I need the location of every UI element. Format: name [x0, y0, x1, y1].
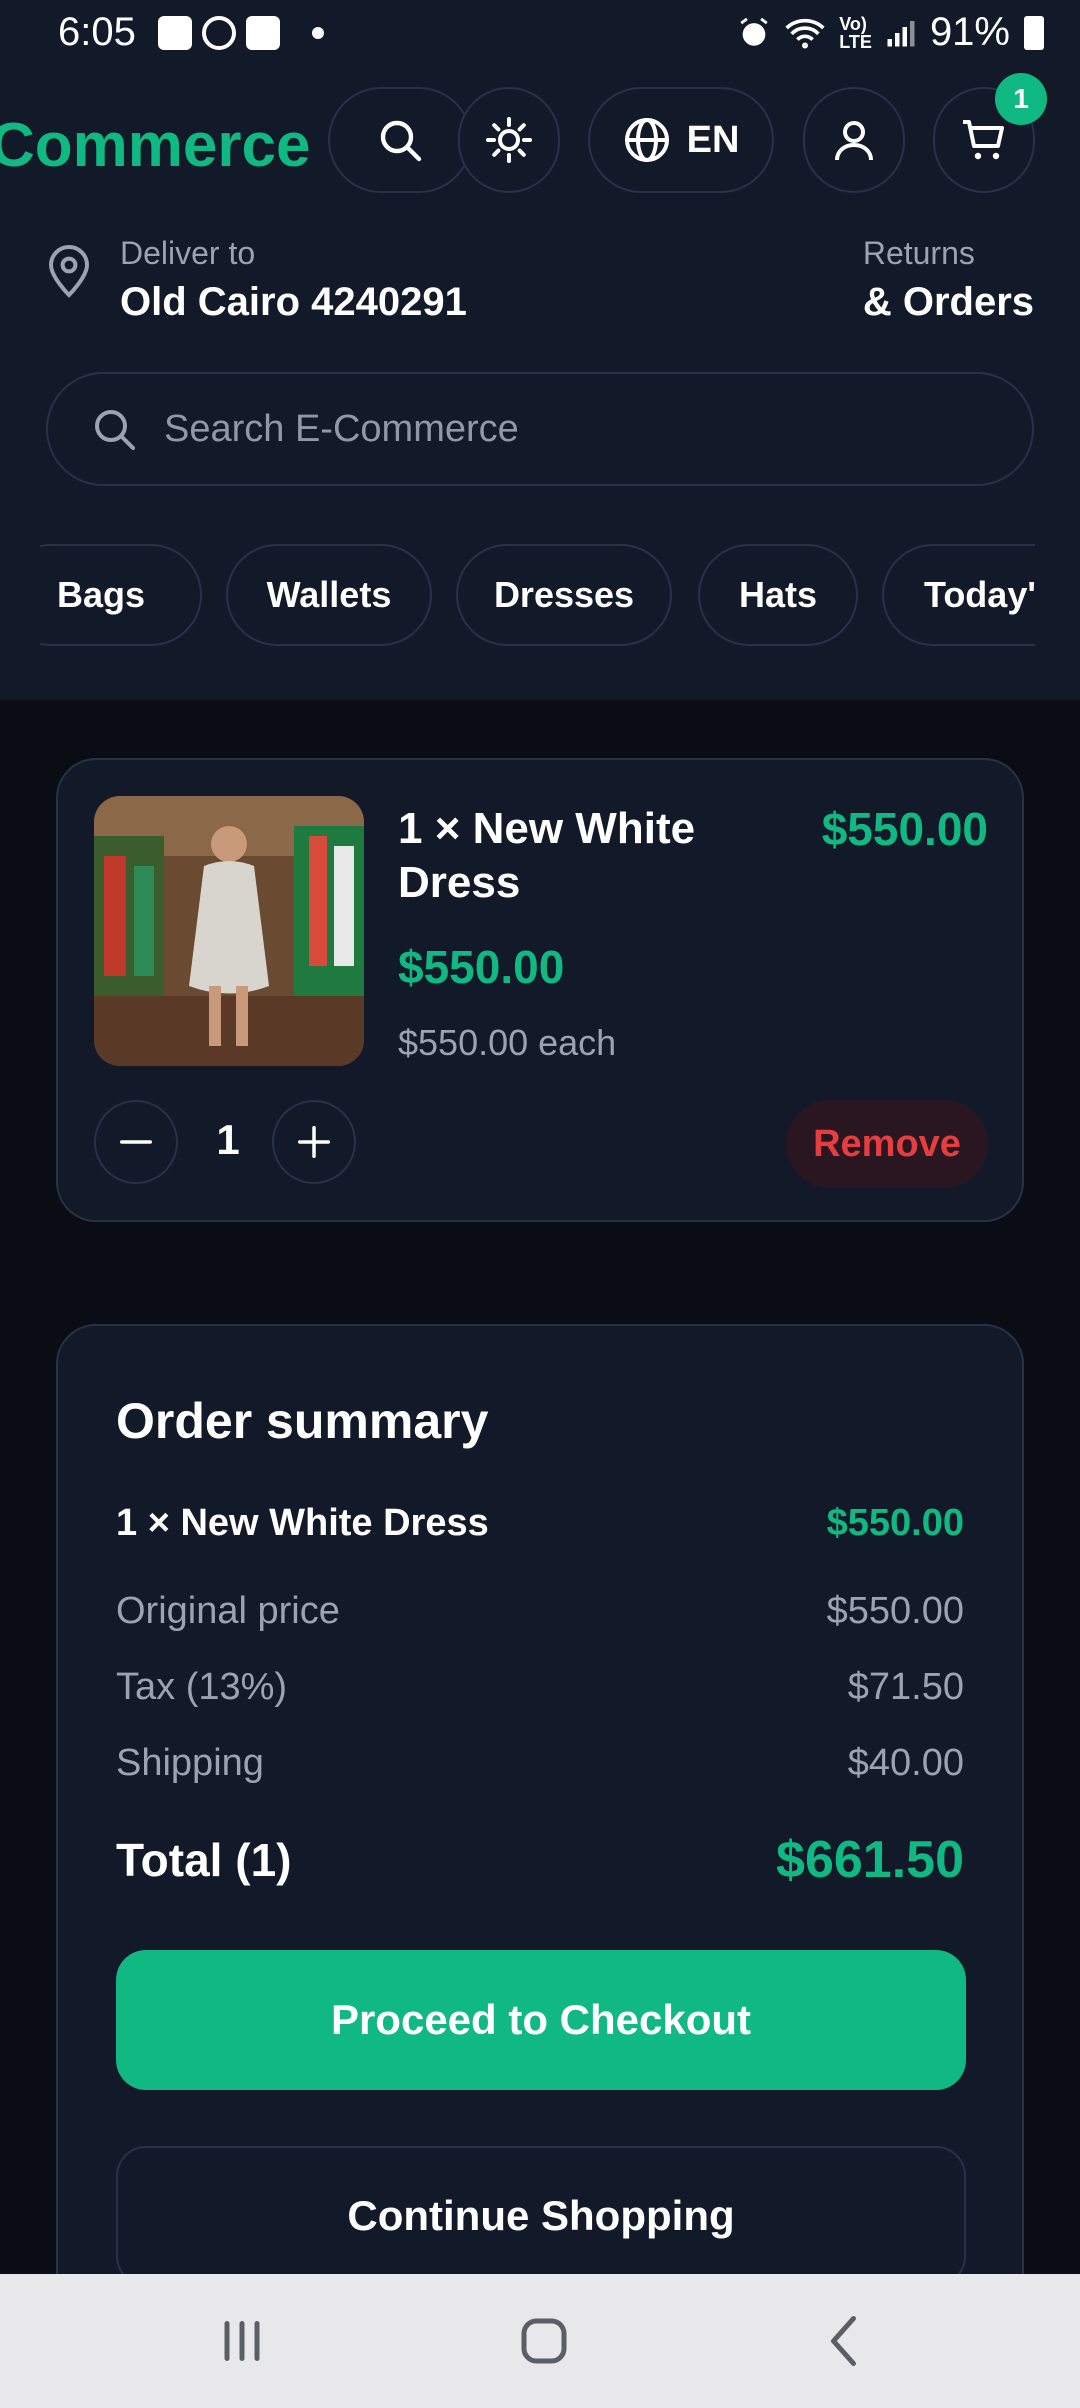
search-icon [95, 410, 135, 450]
summary-original-row: Original price $550.00 [116, 1590, 964, 1633]
tax-value: $71.50 [847, 1666, 964, 1708]
volte-icon: Vo) LTE [839, 13, 872, 52]
summary-shipping-row: Shipping $40.00 [116, 1742, 964, 1785]
shipping-value: $40.00 [847, 1742, 964, 1784]
shipping-label: Shipping [116, 1742, 264, 1784]
search-bar[interactable] [46, 372, 1034, 486]
back-button[interactable] [796, 2304, 896, 2378]
recent-apps-icon [224, 2321, 260, 2361]
quantity-value: 1 [216, 1116, 240, 1163]
globe-icon [624, 118, 669, 162]
deliver-address: Old Cairo 4240291 [120, 280, 467, 324]
total-value: $661.50 [776, 1831, 964, 1889]
minus-icon [120, 1140, 152, 1144]
dot-icon [312, 27, 324, 39]
status-time: 6:05 [58, 10, 136, 54]
category-todays[interactable]: Today's [882, 544, 1035, 646]
home-button[interactable] [494, 2304, 594, 2378]
summary-tax-row: Tax (13%) $71.50 [116, 1666, 964, 1709]
tax-label: Tax (13%) [116, 1666, 288, 1708]
cart-count-badge: 1 [995, 73, 1047, 125]
category-chips: Bags Wallets Dresses Hats Today's [40, 544, 1035, 648]
summary-title: Order summary [116, 1393, 489, 1449]
search-button[interactable] [328, 87, 472, 193]
product-title[interactable]: 1 × New White Dress [398, 802, 718, 910]
back-icon [831, 2316, 856, 2366]
header: Commerce EN 1 Deliver to Old Cairo 42402… [0, 70, 1080, 700]
status-system-icons: Vo) LTE 91% [737, 10, 1044, 55]
deliver-to[interactable]: Deliver to Old Cairo 4240291 [44, 235, 467, 325]
returns-label: Returns [862, 235, 975, 271]
category-bags[interactable]: Bags [40, 544, 202, 646]
orders-label: & Orders [862, 280, 1034, 324]
recent-apps-button[interactable] [192, 2304, 292, 2378]
order-summary: Order summary 1 × New White Dress $550.0… [56, 1324, 1024, 2384]
increase-quantity-button[interactable] [272, 1100, 356, 1184]
system-navigation-bar [0, 2274, 1080, 2408]
category-wallets[interactable]: Wallets [226, 544, 432, 646]
deliver-label: Deliver to [120, 235, 256, 271]
line-total: $550.00 [821, 803, 988, 855]
battery-icon [1024, 15, 1044, 50]
remove-button[interactable]: Remove [786, 1100, 988, 1188]
cart-item-card: 1 × New White Dress $550.00 $550.00 $550… [56, 758, 1024, 1222]
cart-button[interactable]: 1 [933, 73, 1047, 193]
proceed-to-checkout-button[interactable]: Proceed to Checkout [116, 1950, 966, 2090]
alarm-icon [740, 17, 768, 46]
summary-total-row: Total (1) $661.50 [116, 1830, 964, 1890]
plus-icon [298, 1126, 330, 1158]
cart-icon [963, 120, 1004, 160]
original-price-value: $550.00 [826, 1590, 964, 1632]
language-label: EN [686, 118, 740, 161]
returns-orders-link[interactable]: Returns & Orders [863, 235, 1034, 325]
sync-icon [202, 16, 236, 50]
wifi-icon [785, 18, 825, 48]
search-input[interactable] [164, 407, 984, 451]
youtube-icon [246, 16, 280, 50]
user-icon [835, 121, 873, 161]
product-image[interactable] [94, 796, 364, 1066]
original-price-label: Original price [116, 1590, 340, 1632]
theme-toggle-button[interactable] [458, 87, 560, 193]
total-label: Total (1) [116, 1834, 292, 1886]
summary-item-row: 1 × New White Dress $550.00 [116, 1502, 964, 1545]
summary-item-value: $550.00 [826, 1502, 964, 1544]
unit-price: $550.00 each [398, 1022, 617, 1063]
category-hats[interactable]: Hats [698, 544, 858, 646]
account-button[interactable] [803, 87, 905, 193]
summary-item-label: 1 × New White Dress [116, 1502, 489, 1544]
category-dresses[interactable]: Dresses [456, 544, 672, 646]
status-bar: 6:05 Vo) LTE 91% [0, 0, 1080, 70]
signal-icon [887, 20, 915, 46]
gallery-icon [158, 16, 192, 50]
continue-shopping-button[interactable]: Continue Shopping [116, 2146, 966, 2286]
sun-icon [486, 117, 532, 163]
product-price: $550.00 [398, 941, 565, 993]
language-button[interactable]: EN [588, 87, 774, 193]
status-notification-icons [158, 16, 324, 50]
home-icon [521, 2318, 567, 2364]
brand-logo[interactable]: Commerce [0, 110, 310, 181]
search-icon [380, 120, 422, 162]
location-pin-icon [48, 245, 90, 298]
battery-text: 91% [929, 10, 1010, 54]
decrease-quantity-button[interactable] [94, 1100, 178, 1184]
